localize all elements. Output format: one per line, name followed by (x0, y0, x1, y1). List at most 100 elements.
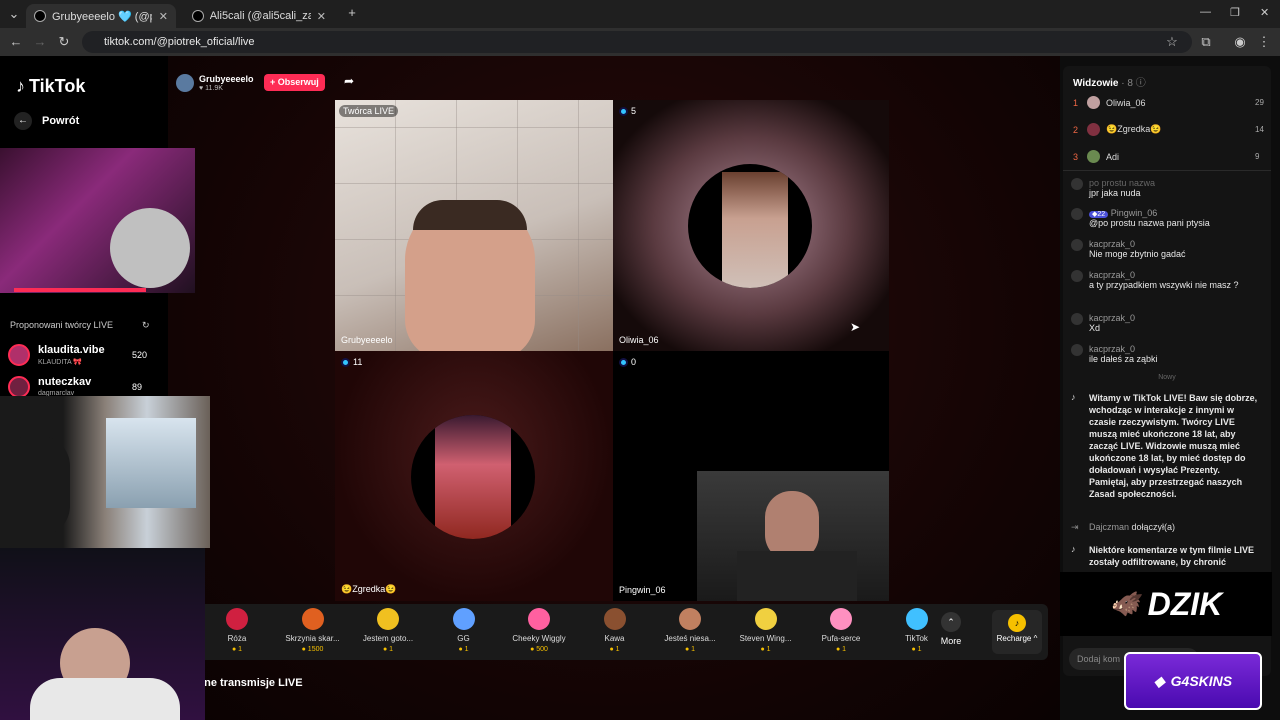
creator-name: nuteczkav (38, 376, 92, 388)
avatar-photo (435, 415, 511, 539)
gift-item[interactable]: Jesteś niesa... ● 1 (655, 608, 725, 653)
tab-search-icon[interactable]: ⌄ (6, 6, 22, 22)
likes-count: 11.9K (205, 85, 223, 92)
person-body (737, 551, 857, 601)
gift-name: Róża (227, 634, 247, 643)
extensions-icon[interactable]: ⧉ (1198, 34, 1214, 50)
gift-price: ● 1 (911, 646, 922, 653)
gifts-bar: Róża ● 1 Skrzynia skar... ● 1500 Jestem … (198, 604, 1048, 660)
gift-item[interactable]: Skrzynia skar... ● 1500 (278, 608, 348, 653)
gift-item[interactable]: Jestem goto... ● 1 (353, 608, 423, 653)
gift-item[interactable]: Cheeky Wiggly ● 500 (504, 608, 574, 653)
gift-icon (301, 608, 324, 630)
gift-item[interactable]: Róża ● 1 (202, 608, 272, 653)
chat-comment[interactable]: kacprzak_0 a ty przypadkiem wszywki nie m… (1071, 270, 1263, 291)
gift-count-value: 11 (353, 357, 363, 367)
back-icon[interactable]: ← (8, 34, 24, 50)
gift-icon (226, 608, 248, 630)
chat-comment[interactable]: kacprzak_0 ile dałeś za ząbki (1071, 344, 1263, 365)
video-tile-guest[interactable]: 5 Oliwia_06 (613, 100, 889, 351)
reload-icon[interactable]: ↻ (56, 34, 72, 50)
person-hair (413, 200, 527, 230)
tab-ali5cali[interactable]: Ali5cali (@ali5cali_zapasowe_) | ✕ (184, 4, 334, 28)
filtered-text: Niektóre komentarze w tym filmie LIVE zo… (1089, 545, 1255, 567)
window-view (106, 418, 196, 508)
dzik-text: DZIK (1147, 585, 1223, 622)
avatar (1071, 270, 1083, 282)
host-avatar[interactable] (176, 74, 194, 92)
viewer-row[interactable]: 1 Oliwia_06 29 (1073, 96, 1264, 109)
webcam-overlay-room (0, 396, 210, 548)
info-icon[interactable]: ⓘ (1136, 78, 1146, 89)
share-icon[interactable]: ➦ (344, 74, 354, 88)
comment-text: jpr jaka nuda (1089, 188, 1141, 198)
gift-price-value: 1 (842, 646, 847, 653)
tab-title: Grubyeeeelo 🩵 (@piotrek_ (52, 10, 152, 23)
gift-item[interactable]: GG ● 1 (429, 608, 499, 653)
url-field[interactable]: tiktok.com/@piotrek_oficial/live (82, 31, 1192, 53)
refresh-icon[interactable]: ↻ (142, 320, 150, 331)
url-text: tiktok.com/@piotrek_oficial/live (104, 36, 255, 48)
viewer-row[interactable]: 2 😉Zgredka😉 14 (1073, 123, 1264, 136)
back-link[interactable]: ← Powrót (14, 112, 79, 130)
gift-price: ● 1 (684, 646, 696, 653)
chat-comment[interactable]: kacprzak_0 Xd (1071, 313, 1263, 334)
bookmark-star-icon[interactable]: ☆ (1164, 34, 1180, 50)
boar-icon: 🐗 (1109, 590, 1140, 618)
tiktok-logo[interactable]: ♪ TikTok (16, 76, 85, 97)
join-text: dołączył(a) (1131, 522, 1176, 532)
gift-item[interactable]: Steven Wing... ● 1 (731, 608, 801, 653)
follow-button[interactable]: + Obserwuj (264, 74, 325, 91)
gift-name: Jesteś niesa... (664, 634, 716, 643)
viewers-title: Widzowie (1073, 78, 1119, 89)
video-tile-host[interactable]: Twórca LIVE Grubyeeeelo (335, 100, 613, 351)
gift-price: ● 1 (458, 646, 469, 653)
video-tile-guest[interactable]: 0 Pingwin_06 (613, 351, 889, 601)
gift-item[interactable]: Kawa ● 1 (580, 608, 650, 653)
tab-close-icon[interactable]: ✕ (317, 10, 326, 23)
streamer-webcam-overlay (0, 148, 195, 293)
gift-name: Jestem goto... (362, 634, 414, 643)
tiktok-favicon-icon (192, 10, 204, 22)
gift-price-value: 1 (917, 646, 922, 653)
more-gifts-button[interactable]: ⌃ More (936, 612, 966, 646)
gift-icon (377, 608, 399, 630)
profile-icon[interactable]: ◉ (1232, 34, 1248, 50)
video-tile-guest[interactable]: 11 😉Zgredka😉 (335, 351, 613, 601)
comment-text: @po prostu nazwa pani ptysia (1089, 218, 1210, 228)
viewers-header: Widzowie · 8 ⓘ (1073, 78, 1146, 89)
gift-count-value: 5 (631, 106, 637, 116)
menu-icon[interactable]: ⋮ (1256, 34, 1272, 50)
tiktok-note-icon: ♪ (1071, 392, 1076, 402)
person-shirt (30, 678, 180, 720)
gift-price-value: 1 (238, 646, 243, 653)
gift-price: ● 1 (231, 646, 243, 653)
g4skins-sponsor-logo: ◆ G4SKINS (1124, 652, 1262, 710)
forward-icon[interactable]: → (32, 34, 48, 50)
window-close-icon[interactable]: ✕ (1260, 6, 1269, 19)
restore-icon[interactable]: ❐ (1230, 6, 1240, 19)
recharge-button[interactable]: ♪ Recharge ^ (992, 610, 1042, 654)
host-name[interactable]: Grubyeeeelo (199, 74, 254, 84)
viewer-rank: 2 (1073, 124, 1079, 135)
chat-comment[interactable]: ◆22 Pingwin_06 @po prostu nazwa pani ptys… (1071, 208, 1263, 229)
gift-price: ● 1 (609, 646, 620, 653)
comment-text: Xd (1089, 323, 1101, 333)
chat-comment[interactable]: kacprzak_0 Nie moge zbytnio gadać (1071, 239, 1263, 260)
comment-user: kacprzak_0 (1089, 270, 1136, 280)
divider (1063, 170, 1271, 171)
new-tab-icon[interactable]: + (344, 5, 360, 21)
minimize-icon[interactable]: — (1200, 6, 1211, 18)
comment-user: po prostu nazwa (1089, 178, 1156, 188)
tab-close-icon[interactable]: ✕ (159, 10, 168, 23)
tile-name: 😉Zgredka😉 (341, 584, 397, 594)
gift-name: Steven Wing... (739, 634, 792, 643)
viewers-count: 8 (1127, 78, 1133, 89)
chat-comment[interactable]: po prostu nazwa jpr jaka nuda (1071, 178, 1263, 199)
avatar (1087, 123, 1100, 136)
viewer-row[interactable]: 3 Adi 9 (1073, 150, 1259, 163)
avatar (1071, 178, 1083, 190)
viewer-rank: 3 (1073, 151, 1079, 162)
tab-grubyeeeelo[interactable]: Grubyeeeelo 🩵 (@piotrek_ ✕ (26, 4, 176, 28)
gift-item[interactable]: Pufa-serce ● 1 (806, 608, 876, 653)
